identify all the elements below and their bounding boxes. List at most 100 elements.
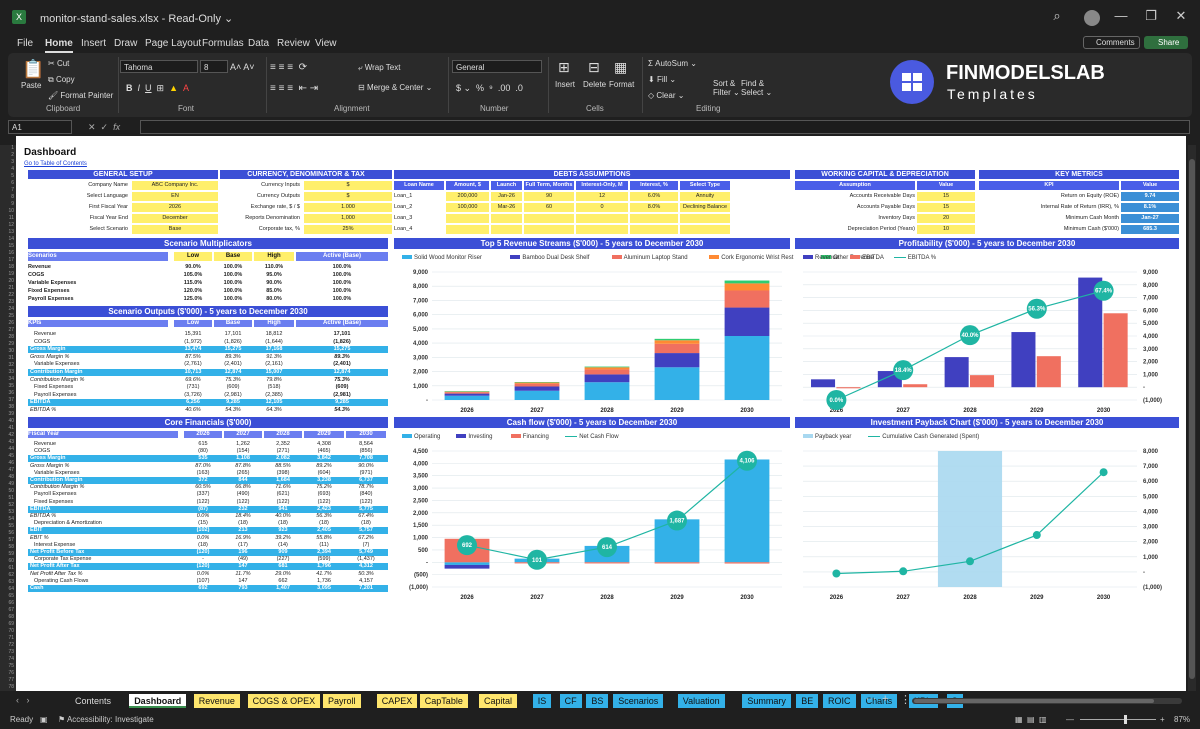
row-header-13[interactable]: 13 bbox=[2, 229, 14, 235]
row-header-40[interactable]: 40 bbox=[2, 418, 14, 424]
row-header-52[interactable]: 52 bbox=[2, 502, 14, 508]
debts-value[interactable]: 200,000 bbox=[446, 192, 489, 201]
minimize-icon[interactable]: — bbox=[1110, 8, 1132, 23]
number-format-icons[interactable]: $ ⌄ % ⁹ .00 .0 bbox=[456, 83, 523, 94]
scroll-thumb[interactable] bbox=[1189, 159, 1195, 679]
row-header-50[interactable]: 50 bbox=[2, 488, 14, 494]
row-header-42[interactable]: 42 bbox=[2, 432, 14, 438]
worksheet-grid[interactable]: Dashboard Go to Table of Contents GENERA… bbox=[16, 136, 1186, 691]
currency-value[interactable]: 1.000 bbox=[304, 203, 392, 212]
wc-value[interactable]: 15 bbox=[917, 203, 975, 212]
paste-icon[interactable]: 📋 bbox=[22, 59, 44, 80]
tab-formulas[interactable]: Formulas bbox=[202, 38, 244, 49]
general-setup-value[interactable]: Base bbox=[132, 225, 218, 234]
row-header-30[interactable]: 30 bbox=[2, 348, 14, 354]
sheet-tab-payroll[interactable]: Payroll bbox=[323, 694, 361, 708]
row-header-35[interactable]: 35 bbox=[2, 383, 14, 389]
vertical-scrollbar[interactable] bbox=[1188, 145, 1196, 691]
row-header-55[interactable]: 55 bbox=[2, 523, 14, 529]
row-header-62[interactable]: 62 bbox=[2, 572, 14, 578]
row-header-1[interactable]: 1 bbox=[2, 145, 14, 151]
font-name-select[interactable]: Tahoma bbox=[120, 60, 198, 73]
formula-icons[interactable]: ✕ ✓ fx bbox=[88, 122, 120, 133]
row-header-78[interactable]: 78 bbox=[2, 684, 14, 690]
debts-value[interactable]: 6.0% bbox=[630, 192, 678, 201]
horizontal-scrollbar[interactable] bbox=[912, 698, 1182, 704]
avatar[interactable] bbox=[1084, 10, 1100, 26]
tab-insert[interactable]: Insert bbox=[81, 38, 106, 49]
row-header-28[interactable]: 28 bbox=[2, 334, 14, 340]
more-sheets-icon[interactable]: ⋯ bbox=[866, 694, 876, 705]
row-header-18[interactable]: 18 bbox=[2, 264, 14, 270]
row-header-45[interactable]: 45 bbox=[2, 453, 14, 459]
row-header-70[interactable]: 70 bbox=[2, 628, 14, 634]
row-header-34[interactable]: 34 bbox=[2, 376, 14, 382]
font-size-select[interactable]: 8 bbox=[200, 60, 228, 73]
cut-button[interactable]: ✂ Cut bbox=[48, 59, 69, 68]
debts-value[interactable]: Mar-26 bbox=[491, 203, 522, 212]
sheet-tab-is[interactable]: IS bbox=[532, 694, 552, 708]
debts-value[interactable]: 8.0% bbox=[630, 203, 678, 212]
row-header-77[interactable]: 77 bbox=[2, 677, 14, 683]
row-header-76[interactable]: 76 bbox=[2, 670, 14, 676]
currency-value[interactable]: 1,000 bbox=[304, 214, 392, 223]
debts-value[interactable] bbox=[630, 214, 678, 223]
sheet-tab-cf[interactable]: CF bbox=[559, 694, 582, 708]
row-header-31[interactable]: 31 bbox=[2, 355, 14, 361]
debts-value[interactable]: Jan-26 bbox=[491, 192, 522, 201]
add-sheet-icon[interactable]: + bbox=[882, 693, 888, 705]
row-header-39[interactable]: 39 bbox=[2, 411, 14, 417]
sheet-tab-be[interactable]: BE bbox=[796, 694, 819, 708]
toc-link[interactable]: Go to Table of Contents bbox=[24, 161, 87, 167]
row-header-64[interactable]: 64 bbox=[2, 586, 14, 592]
row-header-59[interactable]: 59 bbox=[2, 551, 14, 557]
currency-value[interactable]: $ bbox=[304, 192, 392, 201]
row-header-25[interactable]: 25 bbox=[2, 313, 14, 319]
row-header-44[interactable]: 44 bbox=[2, 446, 14, 452]
debts-value[interactable] bbox=[630, 225, 678, 234]
delete-cells-button[interactable]: Delete bbox=[583, 80, 606, 89]
row-header-61[interactable]: 61 bbox=[2, 565, 14, 571]
row-header-8[interactable]: 8 bbox=[2, 194, 14, 200]
tab-draw[interactable]: Draw bbox=[114, 38, 137, 49]
row-header-51[interactable]: 51 bbox=[2, 495, 14, 501]
h-scroll-thumb[interactable] bbox=[914, 699, 1154, 703]
delete-cells-icon[interactable]: ⊟ bbox=[588, 59, 600, 76]
debts-value[interactable]: 60 bbox=[524, 203, 574, 212]
row-header-75[interactable]: 75 bbox=[2, 663, 14, 669]
debts-value[interactable] bbox=[446, 225, 489, 234]
tab-data[interactable]: Data bbox=[248, 38, 269, 49]
format-painter-button[interactable]: 🖌 Format Painter bbox=[48, 91, 113, 100]
wc-value[interactable]: 15 bbox=[917, 192, 975, 201]
font-style-buttons[interactable]: B I U ⊞ ▲ A bbox=[126, 83, 189, 94]
row-header-54[interactable]: 54 bbox=[2, 516, 14, 522]
row-header-71[interactable]: 71 bbox=[2, 635, 14, 641]
row-header-74[interactable]: 74 bbox=[2, 656, 14, 662]
zoom-out-icon[interactable]: — bbox=[1066, 715, 1074, 724]
debts-value[interactable] bbox=[576, 214, 628, 223]
row-header-15[interactable]: 15 bbox=[2, 243, 14, 249]
row-header-67[interactable]: 67 bbox=[2, 607, 14, 613]
tab-review[interactable]: Review bbox=[277, 38, 310, 49]
currency-value[interactable]: $ bbox=[304, 181, 392, 190]
row-header-46[interactable]: 46 bbox=[2, 460, 14, 466]
sheet-tab-dashboard[interactable]: Dashboard bbox=[129, 694, 187, 708]
copy-button[interactable]: ⧉ Copy bbox=[48, 75, 75, 85]
row-header-10[interactable]: 10 bbox=[2, 208, 14, 214]
row-header-49[interactable]: 49 bbox=[2, 481, 14, 487]
general-setup-value[interactable]: ABC Company Inc. bbox=[132, 181, 218, 190]
close-icon[interactable]: ✕ bbox=[1170, 8, 1192, 24]
autosum-button[interactable]: Σ AutoSum ⌄ bbox=[648, 59, 697, 68]
row-header-24[interactable]: 24 bbox=[2, 306, 14, 312]
row-header-58[interactable]: 58 bbox=[2, 544, 14, 550]
comments-button[interactable]: Comments bbox=[1083, 36, 1140, 49]
row-header-63[interactable]: 63 bbox=[2, 579, 14, 585]
row-header-53[interactable]: 53 bbox=[2, 509, 14, 515]
sheet-tab-roic[interactable]: ROIC bbox=[823, 694, 856, 708]
macro-icon[interactable]: ▣ bbox=[40, 715, 48, 724]
row-header-21[interactable]: 21 bbox=[2, 285, 14, 291]
debts-value[interactable] bbox=[680, 214, 730, 223]
font-grow-icon[interactable]: A˄ A˅ bbox=[230, 62, 255, 72]
row-header-5[interactable]: 5 bbox=[2, 173, 14, 179]
wc-value[interactable]: 20 bbox=[917, 214, 975, 223]
